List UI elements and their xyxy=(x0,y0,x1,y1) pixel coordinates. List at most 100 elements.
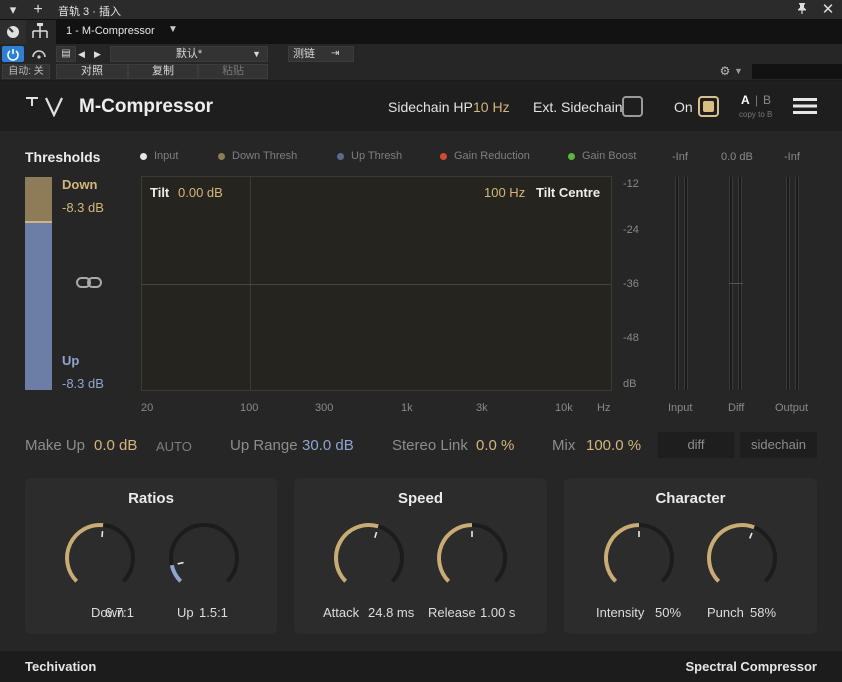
auto-makeup-button[interactable]: AUTO xyxy=(156,439,192,454)
freq-tick: Hz xyxy=(597,402,611,414)
add-icon[interactable]: + xyxy=(30,2,46,18)
thresholds-title: Thresholds xyxy=(25,149,101,165)
host-toolbar-compare: 自动: 关 对照 复制 粘贴 ⚙ ▼ xyxy=(0,64,842,80)
ratio-up-knob[interactable] xyxy=(166,520,242,601)
makeup-value[interactable]: 0.0 dB xyxy=(94,437,137,454)
vendor-name: Techivation xyxy=(25,659,97,674)
plugin-header: M-Compressor Sidechain HP 10 Hz Ext. Sid… xyxy=(0,81,842,131)
preset-list-icon[interactable]: ▤ xyxy=(56,46,76,62)
tilt-centre-label: Tilt Centre xyxy=(536,185,601,200)
ab-separator: | xyxy=(755,93,759,107)
makeup-label: Make Up xyxy=(25,437,86,454)
legend-dot-icon xyxy=(218,153,225,160)
bypass-knob-button[interactable] xyxy=(0,20,26,44)
intensity-value: 50% xyxy=(655,605,682,620)
link-icon[interactable] xyxy=(75,274,103,292)
diff-meter-value: 0.0 dB xyxy=(721,151,753,163)
db-tick: -36 xyxy=(623,278,639,290)
punch-knob[interactable] xyxy=(704,520,780,601)
on-toggle[interactable] xyxy=(698,96,719,117)
character-panel: Character Intensity 50% Punch 58% xyxy=(564,478,817,634)
chevron-down-icon[interactable]: ▼ xyxy=(734,64,748,79)
intensity-knob[interactable] xyxy=(601,520,677,601)
preset-tab[interactable]: 1 - M-Compressor ▼ xyxy=(56,20,186,44)
down-threshold-label: Down xyxy=(62,177,98,192)
preset-select[interactable]: 默认* ▼ xyxy=(110,46,268,62)
host-toolbar-preset: 1 - M-Compressor ▼ xyxy=(0,20,842,44)
ext-sidechain-checkbox[interactable] xyxy=(622,96,643,117)
stereo-link-value[interactable]: 0.0 % xyxy=(476,437,514,454)
ab-b-button[interactable]: B xyxy=(763,93,771,107)
knob-indicator xyxy=(374,531,378,539)
up-threshold-value[interactable]: -8.3 dB xyxy=(62,376,104,391)
copy-to-b-button[interactable]: copy to B xyxy=(739,110,772,119)
knob-value-arc xyxy=(334,523,379,583)
release-knob[interactable] xyxy=(434,520,510,601)
automation-read-icon[interactable] xyxy=(27,46,51,62)
ratio-down-knob[interactable] xyxy=(62,520,138,601)
legend-label: Up Thresh xyxy=(351,150,403,162)
attack-label: Attack xyxy=(323,605,360,620)
spectrum-graph[interactable]: Tilt 0.00 dB 100 Hz Tilt Centre xyxy=(141,176,612,391)
routing-icon[interactable] xyxy=(28,20,52,44)
test-chain-button[interactable]: 测链 ⇥ xyxy=(288,46,354,62)
previous-preset-icon[interactable]: ◀ xyxy=(78,46,92,62)
side-chain-arrow-icon: ⇥ xyxy=(331,48,340,59)
chevron-down-icon: ▼ xyxy=(252,49,261,59)
plugin-footer: Techivation Spectral Compressor xyxy=(0,651,842,682)
compare-button[interactable]: 对照 xyxy=(56,64,128,79)
freq-tick: 300 xyxy=(315,402,334,414)
gear-icon[interactable]: ⚙ xyxy=(716,64,734,79)
automation-off-button[interactable]: 自动: 关 xyxy=(2,64,50,79)
legend-dot-icon xyxy=(440,153,447,160)
input-meter-label: Input xyxy=(668,402,693,414)
window-titlebar: ▾ + 音轨 3 · 插入 ✕ xyxy=(0,0,842,20)
power-button[interactable] xyxy=(2,46,24,62)
db-tick: -12 xyxy=(623,178,639,190)
ratios-title: Ratios xyxy=(128,490,174,507)
paste-button[interactable]: 粘贴 xyxy=(198,64,268,79)
next-preset-icon[interactable]: ▶ xyxy=(94,46,108,62)
attack-knob[interactable] xyxy=(331,520,407,601)
diff-button[interactable]: diff xyxy=(658,432,734,458)
chevron-down-icon: ▼ xyxy=(168,24,178,35)
up-range-value[interactable]: 30.0 dB xyxy=(302,437,354,454)
mix-value[interactable]: 100.0 % xyxy=(586,437,641,454)
sidechain-hp-value[interactable]: 10 Hz xyxy=(473,99,510,115)
brand-title: M-Compressor xyxy=(79,96,214,117)
preset-name: 默认* xyxy=(175,48,203,60)
input-meter-right xyxy=(684,177,688,390)
knob-value-arc xyxy=(169,564,183,583)
diff-meter-label: Diff xyxy=(728,402,745,414)
sidechain-listen-button[interactable]: sidechain xyxy=(740,432,817,458)
tilt-value[interactable]: 0.00 dB xyxy=(178,185,223,200)
grid-line-horizontal xyxy=(142,284,611,285)
freq-tick: 100 xyxy=(240,402,259,414)
knob-indicator xyxy=(177,561,184,565)
legend-label: Gain Reduction xyxy=(454,150,530,162)
speed-title: Speed xyxy=(397,490,443,507)
threshold-slider[interactable] xyxy=(25,177,52,390)
down-threshold-value[interactable]: -8.3 dB xyxy=(62,200,104,215)
menu-icon[interactable] xyxy=(793,97,817,115)
speed-panel: Speed Attack 24.8 ms Release 1.00 s xyxy=(294,478,547,634)
ab-a-button[interactable]: A xyxy=(741,93,750,107)
test-chain-label: 测链 xyxy=(293,48,315,60)
on-label: On xyxy=(674,99,693,115)
freq-tick: 10k xyxy=(555,402,573,414)
sidechain-hp-label: Sidechain HP xyxy=(388,99,473,115)
window-title: 音轨 3 · 插入 xyxy=(58,6,121,18)
pin-icon[interactable] xyxy=(794,2,810,18)
knob-value-arc xyxy=(437,523,473,583)
close-icon[interactable]: ✕ xyxy=(820,2,836,18)
knob-indicator xyxy=(101,531,104,538)
tilt-centre-value[interactable]: 100 Hz xyxy=(484,185,525,200)
ratios-panel: Ratios Down 6.7:1 Up 1.5:1 xyxy=(25,478,277,634)
legend-label: Gain Boost xyxy=(582,150,637,162)
attack-value: 24.8 ms xyxy=(368,605,415,620)
legend-label: Down Thresh xyxy=(232,150,298,162)
chevron-down-icon[interactable]: ▾ xyxy=(5,2,21,18)
threshold-handle[interactable] xyxy=(25,221,52,223)
ratio-up-label: Up xyxy=(177,605,194,620)
copy-button[interactable]: 复制 xyxy=(128,64,198,79)
